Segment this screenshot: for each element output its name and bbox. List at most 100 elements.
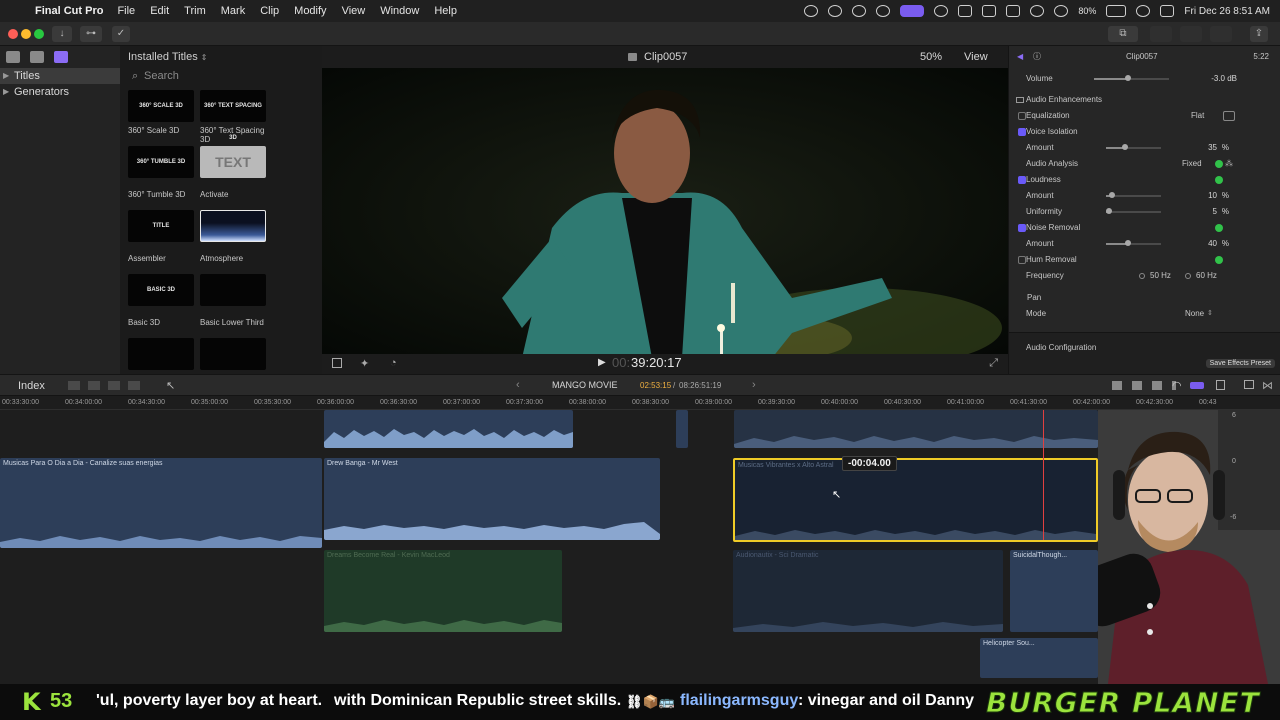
- audio-enhancements-header[interactable]: Audio Enhancements: [1009, 92, 1280, 108]
- video-frame[interactable]: [322, 68, 1008, 400]
- export-icon[interactable]: ⇪: [1250, 26, 1268, 42]
- search-field[interactable]: ⌕ Search: [126, 68, 318, 84]
- audio-clip-music-a[interactable]: Musicas Para O Dia a Dia - Canalize suas…: [0, 458, 322, 548]
- keyboard-icon[interactable]: [982, 5, 997, 17]
- status-grid-icon[interactable]: [828, 5, 843, 17]
- volume-value[interactable]: -3.0: [1211, 71, 1225, 87]
- layout-browser-icon[interactable]: [1150, 26, 1172, 42]
- playhead[interactable]: [1043, 410, 1044, 540]
- import-icon[interactable]: ↓: [52, 26, 72, 42]
- timeline-tool-icons[interactable]: [1112, 381, 1176, 390]
- title-thumbnail[interactable]: 360° TUMBLE 3D: [128, 146, 194, 178]
- forward-arrow-icon[interactable]: ›: [752, 379, 756, 391]
- equalization-checkbox[interactable]: [1018, 112, 1026, 120]
- layout-inspector-icon[interactable]: [1210, 26, 1232, 42]
- timecode-display[interactable]: 39:20:17: [631, 355, 682, 370]
- menu-file[interactable]: File: [117, 5, 135, 17]
- uniformity-slider[interactable]: [1105, 208, 1161, 214]
- photos-icon[interactable]: [30, 51, 44, 63]
- equalization-popup[interactable]: Flat: [1191, 108, 1204, 124]
- volume-slider[interactable]: [1094, 75, 1169, 81]
- keywords-icon[interactable]: ⊶: [80, 26, 102, 42]
- slider-knob[interactable]: [1105, 208, 1112, 214]
- slider-knob[interactable]: [1122, 144, 1129, 150]
- noise-removal-checkbox[interactable]: [1018, 224, 1026, 232]
- audio-tab-icon[interactable]: ◀: [1017, 48, 1023, 66]
- bluetooth-icon[interactable]: [1030, 5, 1045, 17]
- audio-clip-music-b[interactable]: Drew Banga - Mr West: [324, 458, 660, 540]
- clip-connection-icons[interactable]: [68, 381, 140, 390]
- share-icon[interactable]: ⧉: [1108, 26, 1138, 42]
- loudness-checkbox[interactable]: [1018, 176, 1026, 184]
- zoom-popup[interactable]: 50%: [920, 46, 942, 68]
- uniformity-amount[interactable]: 5: [1213, 204, 1217, 220]
- fullscreen-icon[interactable]: ⤢: [989, 357, 998, 370]
- menu-trim[interactable]: Trim: [184, 5, 206, 17]
- sidebar-item-generators[interactable]: ▶ Generators: [0, 84, 120, 100]
- menu-help[interactable]: Help: [434, 5, 457, 17]
- sidebar-item-titles[interactable]: ▶ Titles: [0, 68, 120, 84]
- background-tasks-icon[interactable]: ✓: [112, 26, 130, 42]
- titles-generators-icon[interactable]: [54, 51, 68, 63]
- index-button[interactable]: Index: [18, 380, 45, 392]
- back-arrow-icon[interactable]: ‹: [516, 379, 520, 391]
- voice-isolation-amount[interactable]: 35: [1208, 140, 1217, 156]
- info-tab-icon[interactable]: ⓘ: [1033, 48, 1041, 66]
- minimize-window-button[interactable]: [21, 29, 31, 39]
- slider-knob[interactable]: [1124, 75, 1131, 81]
- transform-icon[interactable]: [332, 358, 342, 368]
- slider-knob[interactable]: [1125, 240, 1131, 246]
- speed-icon[interactable]: ◔: [390, 357, 397, 369]
- timeline-ruler[interactable]: 00:33:30:00 00:34:00:00 00:34:30:00 00:3…: [0, 396, 1280, 410]
- wifi-icon[interactable]: [1054, 5, 1069, 17]
- audio-clip[interactable]: [324, 410, 573, 448]
- status-app-icon[interactable]: [876, 5, 891, 17]
- title-thumbnail[interactable]: [200, 210, 266, 242]
- menu-mark[interactable]: Mark: [221, 5, 245, 17]
- save-effects-preset-button[interactable]: Save Effects Preset: [1205, 359, 1275, 368]
- headphones-icon[interactable]: ◠: [1172, 379, 1182, 392]
- menu-clip[interactable]: Clip: [260, 5, 279, 17]
- menu-modify[interactable]: Modify: [294, 5, 326, 17]
- view-popup[interactable]: View: [964, 46, 988, 68]
- audio-clip-music-d[interactable]: Dreams Become Real - Kevin MacLeod: [324, 550, 562, 632]
- menu-view[interactable]: View: [342, 5, 366, 17]
- project-name-popup[interactable]: MANGO MOVIE: [552, 380, 618, 390]
- disclosure-triangle-icon[interactable]: ▶: [3, 84, 9, 100]
- title-thumbnail[interactable]: [200, 274, 266, 306]
- title-thumbnail[interactable]: 360° SCALE 3D: [128, 90, 194, 122]
- audio-clip[interactable]: [676, 410, 688, 448]
- zoom-window-button[interactable]: [34, 29, 44, 39]
- loudness-amount[interactable]: 10: [1208, 188, 1217, 204]
- noise-removal-amount[interactable]: 40: [1208, 236, 1217, 252]
- title-thumbnail[interactable]: 360° TEXT SPACING 3D: [200, 90, 266, 141]
- play-icon[interactable]: ▶: [598, 357, 606, 368]
- audio-clip-music-e[interactable]: Audionautix - Sci Dramatic: [733, 550, 1003, 632]
- menu-app-name[interactable]: Final Cut Pro: [35, 5, 103, 17]
- status-extension-icon[interactable]: [852, 5, 867, 17]
- disclosure-triangle-icon[interactable]: ▶: [3, 68, 9, 84]
- radio-50hz-icon[interactable]: [1139, 273, 1145, 279]
- radio-60hz-icon[interactable]: [1185, 273, 1191, 279]
- audio-configuration-label[interactable]: Audio Configuration: [1026, 343, 1096, 352]
- display-icon[interactable]: [1006, 5, 1021, 17]
- search-icon[interactable]: [1136, 5, 1151, 17]
- title-thumbnail[interactable]: [200, 338, 266, 370]
- eq-graph-icon[interactable]: [1223, 111, 1235, 121]
- control-center-icon[interactable]: [1160, 5, 1175, 17]
- status-play-icon[interactable]: [934, 5, 949, 17]
- voice-isolation-slider[interactable]: [1106, 144, 1161, 150]
- magic-wand-icon[interactable]: ⁂: [1225, 156, 1233, 172]
- enhance-icon[interactable]: ✦: [360, 357, 369, 370]
- close-window-button[interactable]: [8, 29, 18, 39]
- clip-appearance-icon[interactable]: [1216, 380, 1225, 390]
- hum-removal-checkbox[interactable]: [1018, 256, 1026, 264]
- effects-browser-icon[interactable]: [1244, 380, 1254, 389]
- pan-mode-popup[interactable]: None: [1185, 306, 1204, 322]
- volume-icon[interactable]: [958, 5, 973, 17]
- battery-icon[interactable]: [1106, 5, 1127, 17]
- layout-timeline-icon[interactable]: [1180, 26, 1202, 42]
- frequency-50hz[interactable]: 50 Hz: [1150, 268, 1171, 284]
- frequency-60hz[interactable]: 60 Hz: [1196, 268, 1217, 284]
- skimming-icon[interactable]: [1190, 382, 1204, 389]
